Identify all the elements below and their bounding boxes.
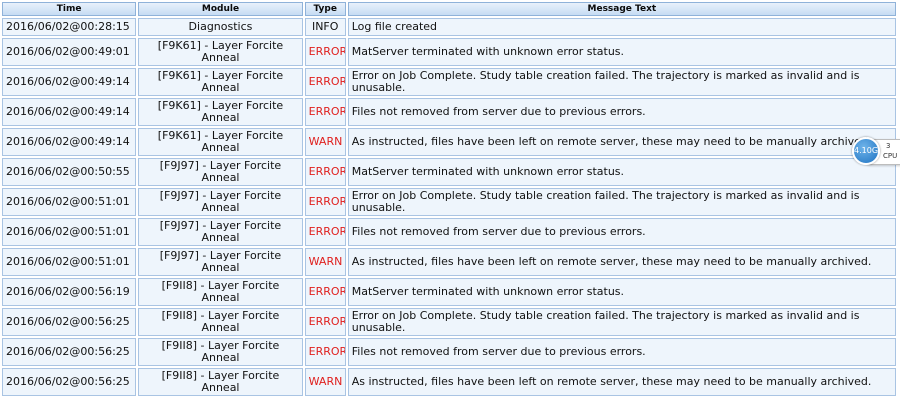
cell-module: [F9J97] - Layer Forcite Anneal [138,158,303,186]
message-log: Time Module Type Message Text 2016/06/02… [0,0,900,398]
cell-type: WARN [304,368,346,396]
table-row[interactable]: 2016/06/02@00:56:25 [F9II8] - Layer Forci… [2,338,896,366]
cell-message: Log file created [347,18,896,36]
cell-time: 2016/06/02@00:56:25 [2,338,137,366]
cell-module: Diagnostics [138,18,303,36]
table-row[interactable]: 2016/06/02@00:49:01 [F9K61] - Layer Forci… [2,38,896,66]
cell-message: Files not removed from server due to pre… [347,98,896,126]
cell-message: MatServer terminated with unknown error … [347,158,896,186]
cell-message: As instructed, files have been left on r… [347,248,896,276]
table-row[interactable]: 2016/06/02@00:56:25 [F9II8] - Layer Forci… [2,308,896,336]
cell-module: [F9J97] - Layer Forcite Anneal [138,218,303,246]
column-header-time[interactable]: Time [2,2,137,16]
cell-message: MatServer terminated with unknown error … [347,278,896,306]
cell-time: 2016/06/02@00:49:01 [2,38,137,66]
cell-message: As instructed, files have been left on r… [347,128,896,156]
cell-message: Error on Job Complete. Study table creat… [347,308,896,336]
cell-time: 2016/06/02@00:56:25 [2,368,137,396]
cell-type: ERROR [304,338,346,366]
cell-time: 2016/06/02@00:49:14 [2,68,137,96]
cell-module: [F9II8] - Layer Forcite Anneal [138,368,303,396]
cell-message: Files not removed from server due to pre… [347,338,896,366]
cell-type: WARN [304,248,346,276]
table-row[interactable]: 2016/06/02@00:50:55 [F9J97] - Layer Forci… [2,158,896,186]
table-row[interactable]: 2016/06/02@00:28:15 Diagnostics INFO Log fi… [2,18,896,36]
cell-message: Error on Job Complete. Study table creat… [347,68,896,96]
cell-time: 2016/06/02@00:56:25 [2,308,137,336]
cell-type: ERROR [304,98,346,126]
cell-type: INFO [304,18,346,36]
table-row[interactable]: 2016/06/02@00:51:01 [F9J97] - Layer Forci… [2,248,896,276]
cell-module: [F9K61] - Layer Forcite Anneal [138,98,303,126]
cell-module: [F9J97] - Layer Forcite Anneal [138,188,303,216]
cell-time: 2016/06/02@00:51:01 [2,248,137,276]
cell-module: [F9J97] - Layer Forcite Anneal [138,248,303,276]
cell-time: 2016/06/02@00:49:14 [2,98,137,126]
cell-time: 2016/06/02@00:56:19 [2,278,137,306]
column-header-module[interactable]: Module [138,2,303,16]
table-row[interactable]: 2016/06/02@00:51:01 [F9J97] - Layer Forci… [2,188,896,216]
cell-type: ERROR [304,158,346,186]
cell-message: As instructed, files have been left on r… [347,368,896,396]
cpu-value: 3 [886,142,891,150]
message-log-table: Time Module Type Message Text 2016/06/02… [0,0,898,398]
cell-time: 2016/06/02@00:49:14 [2,128,137,156]
cell-message: Error on Job Complete. Study table creat… [347,188,896,216]
cell-module: [F9K61] - Layer Forcite Anneal [138,38,303,66]
table-row[interactable]: 2016/06/02@00:49:14 [F9K61] - Layer Forci… [2,98,896,126]
table-header-row: Time Module Type Message Text [2,2,896,16]
cell-message: MatServer terminated with unknown error … [347,38,896,66]
cell-time: 2016/06/02@00:28:15 [2,18,137,36]
cell-message: Files not removed from server due to pre… [347,218,896,246]
cell-type: ERROR [304,38,346,66]
table-row[interactable]: 2016/06/02@00:51:01 [F9J97] - Layer Forci… [2,218,896,246]
cell-time: 2016/06/02@00:51:01 [2,188,137,216]
cell-type: ERROR [304,68,346,96]
cell-module: [F9II8] - Layer Forcite Anneal [138,338,303,366]
message-log-body: 2016/06/02@00:28:15 Diagnostics INFO Log fi… [2,18,896,396]
table-row[interactable]: 2016/06/02@00:56:19 [F9II8] - Layer Forci… [2,278,896,306]
cell-type: ERROR [304,218,346,246]
cell-module: [F9K61] - Layer Forcite Anneal [138,68,303,96]
cpu-monitor-widget[interactable]: 3 CPU 4.10G [852,137,900,165]
cell-module: [F9II8] - Layer Forcite Anneal [138,308,303,336]
table-row[interactable]: 2016/06/02@00:56:25 [F9II8] - Layer Forci… [2,368,896,396]
table-row[interactable]: 2016/06/02@00:49:14 [F9K61] - Layer Forci… [2,68,896,96]
cell-type: ERROR [304,188,346,216]
cell-type: WARN [304,128,346,156]
cell-type: ERROR [304,278,346,306]
table-row[interactable]: 2016/06/02@00:49:14 [F9K61] - Layer Forci… [2,128,896,156]
cpu-label: CPU [883,152,898,160]
memory-usage-circle: 4.10G [852,137,880,165]
cell-module: [F9II8] - Layer Forcite Anneal [138,278,303,306]
cell-time: 2016/06/02@00:50:55 [2,158,137,186]
cell-type: ERROR [304,308,346,336]
column-header-message[interactable]: Message Text [347,2,896,16]
cell-time: 2016/06/02@00:51:01 [2,218,137,246]
column-header-type[interactable]: Type [304,2,346,16]
cell-module: [F9K61] - Layer Forcite Anneal [138,128,303,156]
